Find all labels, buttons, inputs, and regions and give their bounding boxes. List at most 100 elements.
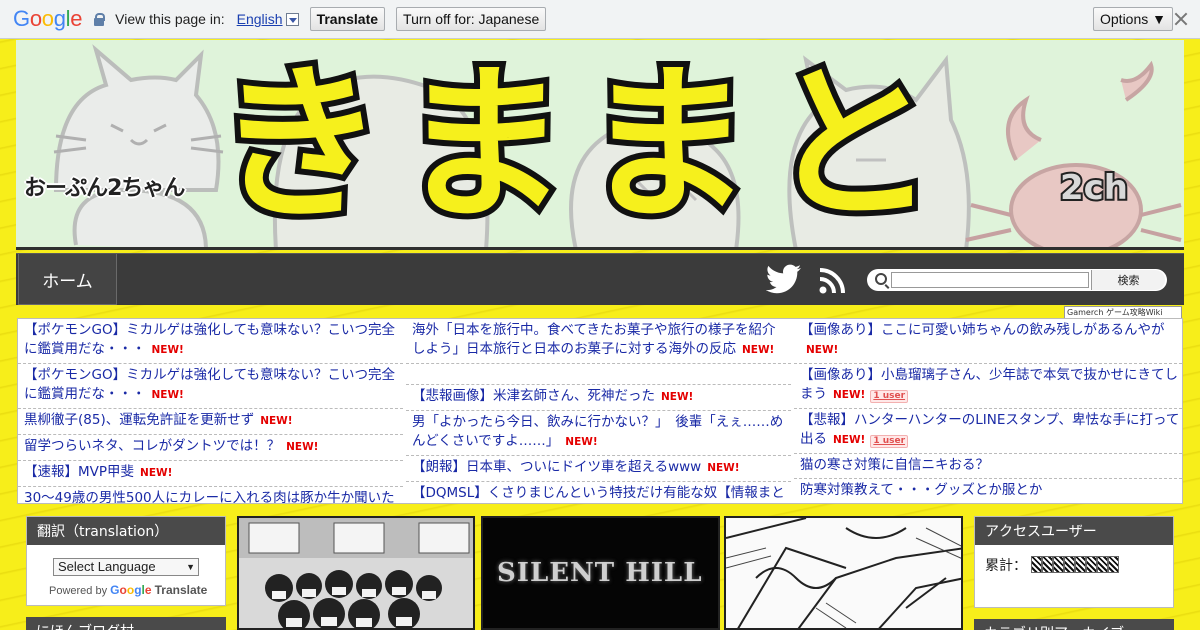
new-badge: NEW! xyxy=(742,344,775,356)
article-title[interactable]: 30～49歳の男性500人にカレーに入れる肉は豚か牛か聞いた xyxy=(24,490,395,503)
main-nav: ホーム 検索 xyxy=(16,253,1184,305)
turn-off-button[interactable]: Turn off for: Japanese xyxy=(396,7,547,31)
link-column-3: 【画像あり】ここに可愛い姉ちゃんの飲み残しがあるんやがNEW! 【画像あり】小島瑠… xyxy=(794,319,1182,503)
link-column-1: 【ポケモンGO】ミカルゲは強化しても意味ない？こいつ完全に鑑賞用だな・・・ NEW… xyxy=(18,319,403,503)
article-link[interactable]: 海外「日本を旅行中。食べてきたお菓子や旅行の様子を紹介しよう」日本旅行と日本のお… xyxy=(406,319,791,364)
language-label[interactable]: English xyxy=(237,11,283,27)
new-badge: NEW! xyxy=(151,344,184,356)
logo-letter: g xyxy=(53,6,66,31)
article-title[interactable]: 猫の寒さ対策に自信ニキおる？ xyxy=(800,457,989,473)
article-link[interactable]: 留学つらいネタ、コレがダントツでは！？ NEW! xyxy=(18,435,403,461)
google-logo: Google xyxy=(13,6,82,32)
article-thumbnail[interactable] xyxy=(724,516,963,630)
thumb-photo xyxy=(239,518,473,628)
site-logo: き ま ま と xyxy=(210,44,942,246)
article-title[interactable]: 留学つらいネタ、コレがダントツでは！？ xyxy=(24,438,280,454)
bookmark-user-badge[interactable]: 1 user xyxy=(870,435,909,448)
new-badge: NEW! xyxy=(707,462,740,474)
new-badge: NEW! xyxy=(260,415,293,427)
logo-letter: o xyxy=(29,6,42,31)
article-title[interactable]: 【ポケモンGO】ミカルゲは強化しても意味ない？こいつ完全に鑑賞用だな・・・ xyxy=(24,322,395,357)
article-link[interactable]: 防寒対策教えて・・・グッズとか服とか xyxy=(794,479,1182,503)
new-badge: NEW! xyxy=(806,344,839,356)
translate-button[interactable]: Translate xyxy=(309,7,386,31)
options-button[interactable]: Options ▼ xyxy=(1093,7,1173,31)
widget-title: にほんブログ村 xyxy=(26,617,226,630)
new-badge: NEW! xyxy=(833,434,866,446)
article-title[interactable]: 【悲報画像】米津玄師さん、死神だった xyxy=(412,388,655,404)
language-link[interactable]: English xyxy=(237,11,299,27)
new-badge: NEW! xyxy=(140,467,173,479)
antenna-links: 【ポケモンGO】ミカルゲは強化しても意味ない？こいつ完全に鑑賞用だな・・・ NEW… xyxy=(17,318,1183,504)
access-widget: アクセスユーザー 累計： xyxy=(974,516,1174,608)
search-input[interactable] xyxy=(891,272,1089,288)
article-title[interactable]: 【DQMSL】くさりまじんという特技だけ有能な奴【情報まとめ】 xyxy=(412,485,785,503)
logo-char: き xyxy=(210,44,390,246)
article-title[interactable]: 防寒対策教えて・・・グッズとか服とか xyxy=(800,482,1042,498)
link-column-2: 海外「日本を旅行中。食べてきたお菓子や旅行の様子を紹介しよう」日本旅行と日本のお… xyxy=(406,319,791,503)
article-thumbnail[interactable] xyxy=(237,516,475,630)
blog-village-widget: にほんブログ村 xyxy=(26,617,226,630)
article-link[interactable] xyxy=(406,364,791,385)
search-button[interactable]: 検索 xyxy=(1091,270,1165,290)
2ch-tag: 2ch xyxy=(1058,166,1130,210)
article-title[interactable]: 【画像あり】ここに可愛い姉ちゃんの飲み残しがあるんやが xyxy=(800,322,1165,338)
article-link[interactable]: 【ポケモンGO】ミカルゲは強化しても意味ない？こいつ完全に鑑賞用だな・・・ NEW… xyxy=(18,319,403,364)
article-link[interactable]: 男「よかったら今日、飲みに行かない？」 後輩「えぇ……めんどくさいですよ……」 N… xyxy=(406,411,791,456)
logo-char: ま xyxy=(578,44,758,246)
widget-title: アクセスユーザー xyxy=(975,517,1173,545)
logo-letter: e xyxy=(70,6,83,31)
article-title[interactable]: 黒柳徹子(85)、運転免許証を更新せず xyxy=(24,412,254,428)
logo-char: と xyxy=(762,44,942,246)
widget-title: カテゴリ別アーカイブ xyxy=(974,619,1174,630)
access-counter: 累計： xyxy=(985,555,1120,575)
article-link[interactable]: 【ポケモンGO】ミカルゲは強化しても意味ない？こいつ完全に鑑賞用だな・・・ NEW… xyxy=(18,364,403,409)
translate-link[interactable]: Translate xyxy=(155,583,208,597)
thumb-manga xyxy=(726,518,961,628)
powered-by-label: Powered by xyxy=(49,585,108,597)
thumb-caption: SILENT HILL xyxy=(497,558,703,588)
rss-icon[interactable] xyxy=(819,266,847,294)
article-link[interactable]: 【DQMSL】くさりまじんという特技だけ有能な奴【情報まとめ】NEW! xyxy=(406,482,791,503)
site-name: おーぷん2ちゃん xyxy=(24,176,185,201)
twitter-icon[interactable] xyxy=(766,264,802,294)
google-translate-bar: Google View this page in: English Transl… xyxy=(0,0,1200,39)
article-link[interactable]: 【朗報】日本車、ついにドイツ車を超えるwww NEW! xyxy=(406,456,791,482)
article-link[interactable]: 【悲報画像】米津玄師さん、死神だった NEW! xyxy=(406,385,791,411)
logo-letter: G xyxy=(13,6,30,31)
new-badge: NEW! xyxy=(565,436,598,448)
article-title[interactable]: 【朗報】日本車、ついにドイツ車を超えるwww xyxy=(412,459,701,475)
widget-title: 翻訳（translation） xyxy=(27,517,225,545)
new-badge: NEW! xyxy=(286,441,319,453)
article-link[interactable]: 猫の寒さ対策に自信ニキおる？ xyxy=(794,454,1182,479)
article-title[interactable]: 【ポケモンGO】ミカルゲは強化しても意味ない？こいつ完全に鑑賞用だな・・・ xyxy=(24,367,395,402)
article-link[interactable]: 黒柳徹子(85)、運転免許証を更新せず NEW! xyxy=(18,409,403,435)
archive-widget: カテゴリ別アーカイブ xyxy=(974,619,1174,630)
dropdown-arrow-icon[interactable] xyxy=(285,13,299,26)
article-title[interactable]: 海外「日本を旅行中。食べてきたお菓子や旅行の様子を紹介しよう」日本旅行と日本のお… xyxy=(412,322,776,357)
lock-icon xyxy=(94,12,106,26)
language-select[interactable]: Select Language xyxy=(53,558,199,576)
article-link[interactable]: 30～49歳の男性500人にカレーに入れる肉は豚か牛か聞いた xyxy=(18,487,403,503)
article-link[interactable]: 【画像あり】小島瑠璃子さん、少年誌で本気で抜かせにきてしまう NEW! 1 user xyxy=(794,364,1182,409)
article-link[interactable]: 【速報】MVP甲斐 NEW! xyxy=(18,461,403,487)
powered-by: Powered by Google Translate xyxy=(49,583,207,597)
google-logo-small: Google xyxy=(110,583,152,597)
nav-home[interactable]: ホーム xyxy=(18,254,117,305)
new-badge: NEW! xyxy=(151,389,184,401)
search-icon xyxy=(875,273,887,285)
total-label: 累計： xyxy=(985,558,1027,574)
article-link[interactable]: 【悲報】ハンターハンターのLINEスタンプ、卑怯な手に打って出る NEW! 1 us… xyxy=(794,409,1182,454)
logo-letter: o xyxy=(41,6,54,31)
article-thumbnail[interactable]: SILENT HILL xyxy=(481,516,720,630)
site-banner[interactable]: おーぷん2ちゃん き ま ま と 2ch xyxy=(16,40,1184,250)
bookmark-user-badge[interactable]: 1 user xyxy=(870,390,909,403)
new-badge: NEW! xyxy=(661,391,694,403)
translation-widget: 翻訳（translation） Select Language Powered … xyxy=(26,516,226,606)
close-icon[interactable] xyxy=(1174,12,1188,26)
article-link[interactable]: 【画像あり】ここに可愛い姉ちゃんの飲み残しがあるんやが NEW! xyxy=(794,319,1182,364)
search-box: 検索 xyxy=(867,269,1167,291)
article-title[interactable]: 【速報】MVP甲斐 xyxy=(24,464,134,480)
new-badge: NEW! xyxy=(833,389,866,401)
logo-char: ま xyxy=(394,44,574,246)
